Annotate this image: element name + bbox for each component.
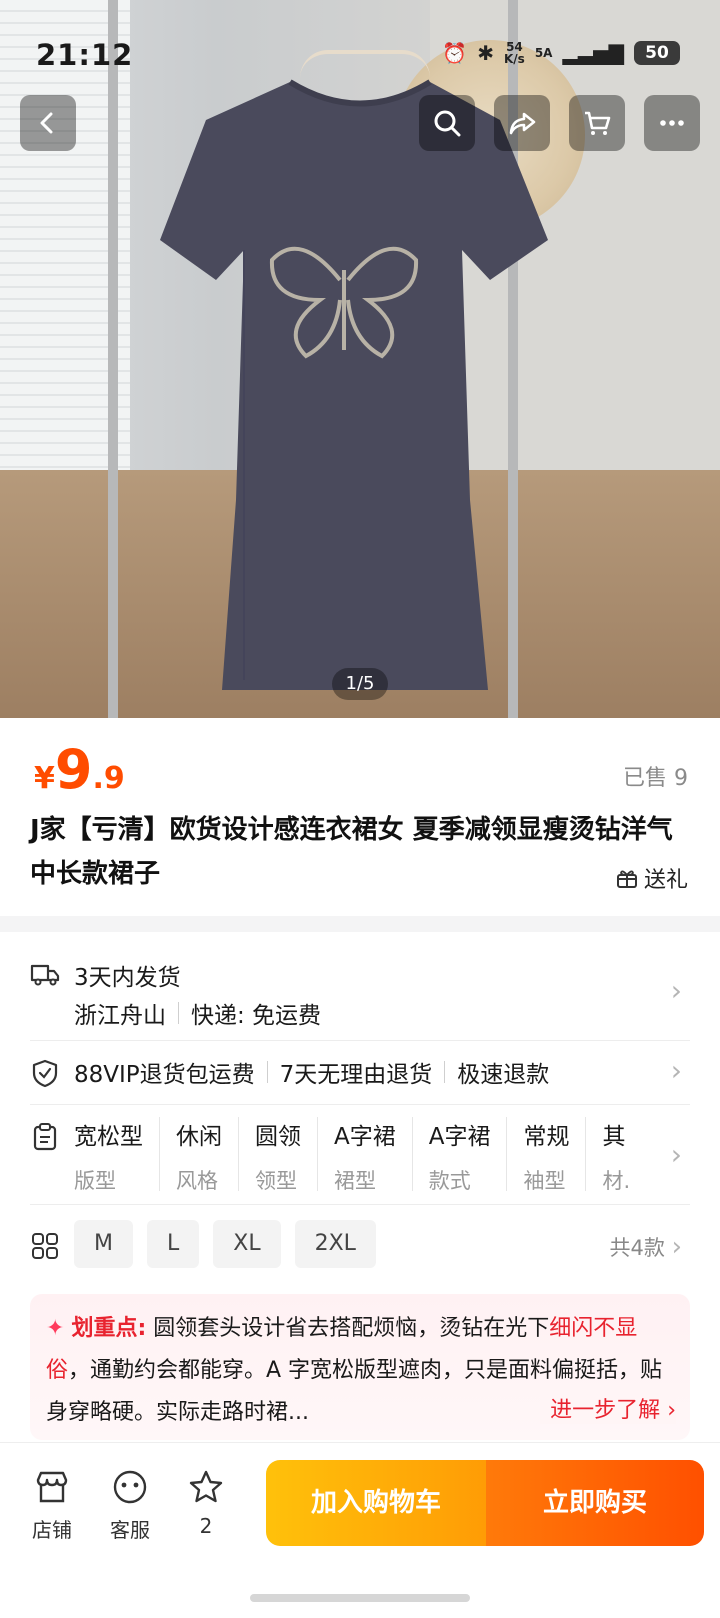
separator	[178, 1002, 179, 1024]
size-options: M L XL 2XL	[74, 1220, 376, 1268]
shop-icon	[36, 1471, 68, 1503]
chevron-right-icon: ›	[671, 1232, 682, 1262]
cart-button[interactable]	[569, 95, 625, 151]
clipboard-icon	[33, 1123, 57, 1151]
truck-icon	[30, 964, 60, 986]
attribute-item: 其材.	[602, 1124, 631, 1191]
favorite-count: 2	[199, 1514, 213, 1538]
shipping-fee: 快递: 免运费	[191, 1003, 322, 1029]
services-chevron-icon[interactable]: ›	[671, 1054, 682, 1087]
attributes-chevron-icon[interactable]: ›	[671, 1138, 682, 1171]
gift-button[interactable]: 送礼	[616, 862, 688, 894]
grid-icon	[32, 1233, 58, 1259]
sparkle-icon: ✦	[46, 1316, 65, 1341]
share-button[interactable]	[494, 95, 550, 151]
price: ¥9.9	[34, 738, 125, 801]
net-speed: 54 K/s	[504, 40, 525, 66]
chat-face-icon	[113, 1470, 147, 1504]
alarm-icon: ⏰	[442, 41, 468, 65]
share-icon	[509, 112, 536, 135]
separator	[266, 1061, 268, 1083]
chevron-right-icon: ›	[667, 1398, 676, 1423]
signal-bars-icon: ▂▃▅▇	[562, 41, 624, 65]
divider	[30, 1204, 690, 1205]
attribute-item: 圆领 领型	[255, 1117, 318, 1193]
signal-strength: 5A	[534, 46, 553, 60]
gift-icon	[616, 870, 637, 888]
size-option-2xl[interactable]: 2XL	[294, 1220, 376, 1268]
customer-service-button[interactable]: 客服	[100, 1468, 160, 1543]
home-indicator[interactable]	[250, 1594, 470, 1602]
separator	[444, 1061, 446, 1083]
status-bar: 21:12 ⏰ ✱ 54 K/s 5A ▂▃▅▇ 50	[0, 30, 720, 80]
back-icon	[40, 112, 53, 134]
search-icon	[434, 110, 461, 137]
shipping-chevron-icon[interactable]: ›	[671, 974, 682, 1007]
favorite-button[interactable]: 2	[176, 1468, 236, 1538]
service-item: 7天无理由退货	[279, 1062, 433, 1088]
service-guarantees[interactable]: 88VIP退货包运费 7天无理由退货 极速退款	[74, 1055, 549, 1089]
shop-button[interactable]: 店铺	[22, 1468, 82, 1543]
price-symbol: ¥	[34, 761, 55, 796]
size-option-xl[interactable]: XL	[213, 1220, 281, 1268]
attribute-list[interactable]: 宽松型 版型 休闲 风格 圆领 领型 A字裙 裙型 A字裙 款式 常规 袖型 其材.	[74, 1117, 636, 1197]
star-icon	[189, 1470, 223, 1503]
buy-now-button[interactable]: 立即购买	[486, 1460, 704, 1546]
highlight-label: 划重点:	[71, 1316, 147, 1341]
shipping-info: 浙江舟山 快递: 免运费	[74, 996, 321, 1030]
gift-label: 送礼	[643, 868, 688, 893]
more-button[interactable]	[644, 95, 700, 151]
attribute-item: A字裙 款式	[429, 1117, 508, 1193]
shipping-origin: 浙江舟山	[74, 1003, 166, 1029]
shipping-eta: 3天内发货	[74, 965, 181, 991]
learn-more-link[interactable]: 进一步了解 ›	[540, 1392, 676, 1424]
highlight-text-a: 圆领套头设计省去搭配烦恼，烫钻在光下	[153, 1316, 550, 1341]
status-time: 21:12	[36, 38, 134, 72]
more-icon	[660, 120, 684, 126]
divider	[30, 1104, 690, 1105]
divider	[30, 1040, 690, 1041]
shield-icon	[32, 1059, 58, 1088]
image-counter: 1/5	[332, 668, 388, 700]
service-item: 极速退款	[457, 1062, 550, 1088]
size-option-l[interactable]: L	[146, 1220, 200, 1268]
sold-count: 已售 9	[623, 766, 688, 791]
price-integer: 9	[54, 738, 93, 801]
product-title: J家【亏清】欧货设计感连衣裙女 夏季减领显瘦烫钻洋气中长款裙子	[30, 815, 673, 889]
attribute-item: 常规 袖型	[523, 1117, 587, 1193]
attribute-item: 宽松型 版型	[74, 1117, 160, 1193]
status-icons: ⏰ ✱ 54 K/s 5A ▂▃▅▇ 50	[442, 38, 680, 68]
add-to-cart-button[interactable]: 加入购物车	[266, 1460, 486, 1546]
service-item: 88VIP退货包运费	[74, 1062, 255, 1088]
attribute-item: A字裙 裙型	[334, 1117, 413, 1193]
attribute-item: 休闲 风格	[176, 1117, 239, 1193]
shop-label: 店铺	[32, 1518, 72, 1542]
search-button[interactable]	[419, 95, 475, 151]
price-decimal: .9	[92, 761, 125, 796]
size-option-m[interactable]: M	[74, 1220, 133, 1268]
sizes-total[interactable]: 共4款 ›	[610, 1232, 682, 1262]
back-button[interactable]	[20, 95, 76, 151]
cart-icon	[585, 111, 611, 135]
service-label: 客服	[110, 1518, 150, 1542]
bluetooth-icon: ✱	[477, 41, 494, 65]
battery-indicator: 50	[634, 41, 680, 65]
